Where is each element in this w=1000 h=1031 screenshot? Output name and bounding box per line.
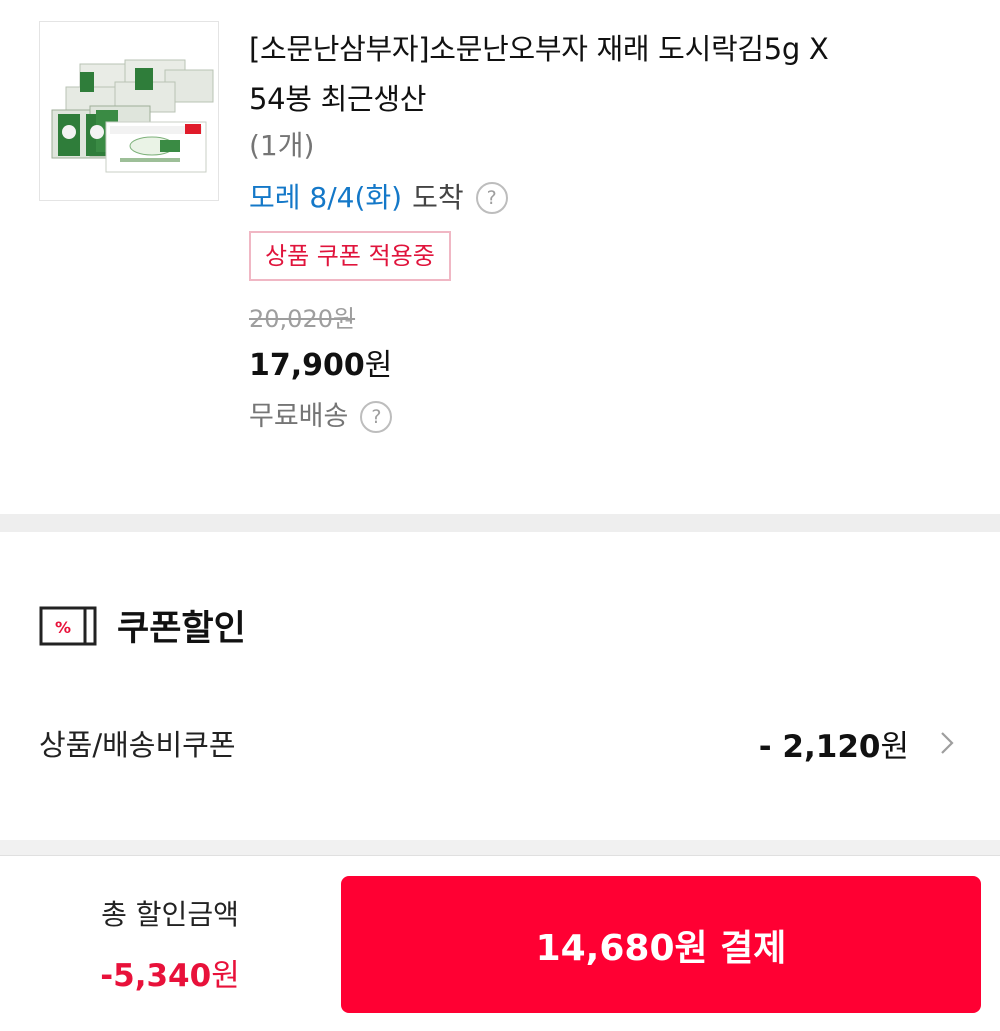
delivery-suffix: 도착 (412, 181, 464, 214)
product-title-line1: [소문난삼부자]소문난오부자 재래 도시락김5g X (249, 32, 829, 66)
coupon-row-label: 상품/배송비쿠폰 (39, 728, 236, 762)
shipping-info: 무료배송 ? (249, 397, 969, 437)
pay-button[interactable]: 14,680원 결제 (341, 876, 981, 1013)
total-discount-amount: -5,340원 (0, 950, 340, 995)
shipping-label: 무료배송 (249, 401, 349, 432)
sale-price-unit: 원 (364, 348, 393, 383)
question-mark-circle-icon[interactable]: ? (475, 182, 508, 214)
sale-price: 17,900원 (249, 345, 969, 387)
sale-price-value: 17,900 (249, 348, 365, 383)
total-discount-label: 총 할인금액 (101, 898, 239, 931)
checkout-page: [소문난삼부자]소문난오부자 재래 도시락김5g X 54봉 최근생산 (1개)… (0, 0, 1000, 1031)
delivery-info: 모레 8/4(화) 도착 ? (249, 178, 969, 218)
section-divider (0, 514, 1000, 532)
coupon-row-amount: - 2,120원 (759, 721, 909, 766)
coupon-applied-badge: 상품 쿠폰 적용중 (249, 231, 451, 281)
total-discount-unit: 원 (211, 958, 240, 994)
coupon-section-title: 쿠폰할인 (117, 609, 246, 649)
coupon-row-amount-value: - 2,120 (758, 728, 881, 765)
product-thumbnail[interactable] (39, 21, 219, 201)
delivery-date: 모레 8/4(화) (249, 181, 403, 214)
product-quantity: (1개) (249, 129, 315, 162)
chevron-right-icon[interactable] (939, 728, 955, 758)
svg-text:%: % (55, 618, 71, 637)
question-mark-circle-icon[interactable]: ? (360, 401, 393, 433)
coupon-section-header: % 쿠폰할인 (39, 600, 246, 651)
product-title[interactable]: [소문난삼부자]소문난오부자 재래 도시락김5g X 54봉 최근생산 (249, 24, 969, 124)
seaweed-box-image (40, 22, 218, 200)
product-section: [소문난삼부자]소문난오부자 재래 도시락김5g X 54봉 최근생산 (1개)… (0, 0, 1000, 514)
total-discount-value: -5,340 (100, 958, 212, 994)
product-shipping-coupon-row[interactable]: 상품/배송비쿠폰 - 2,120원 (39, 716, 955, 770)
coupon-row-amount-unit: 원 (880, 728, 909, 765)
product-info: [소문난삼부자]소문난오부자 재래 도시락김5g X 54봉 최근생산 (1개)… (249, 24, 969, 437)
original-price: 20,020원 (249, 305, 356, 333)
percent-ticket-icon: % (39, 606, 97, 645)
product-title-line2: 54봉 최근생산 (249, 82, 427, 116)
bottom-bar-divider (0, 840, 1000, 856)
